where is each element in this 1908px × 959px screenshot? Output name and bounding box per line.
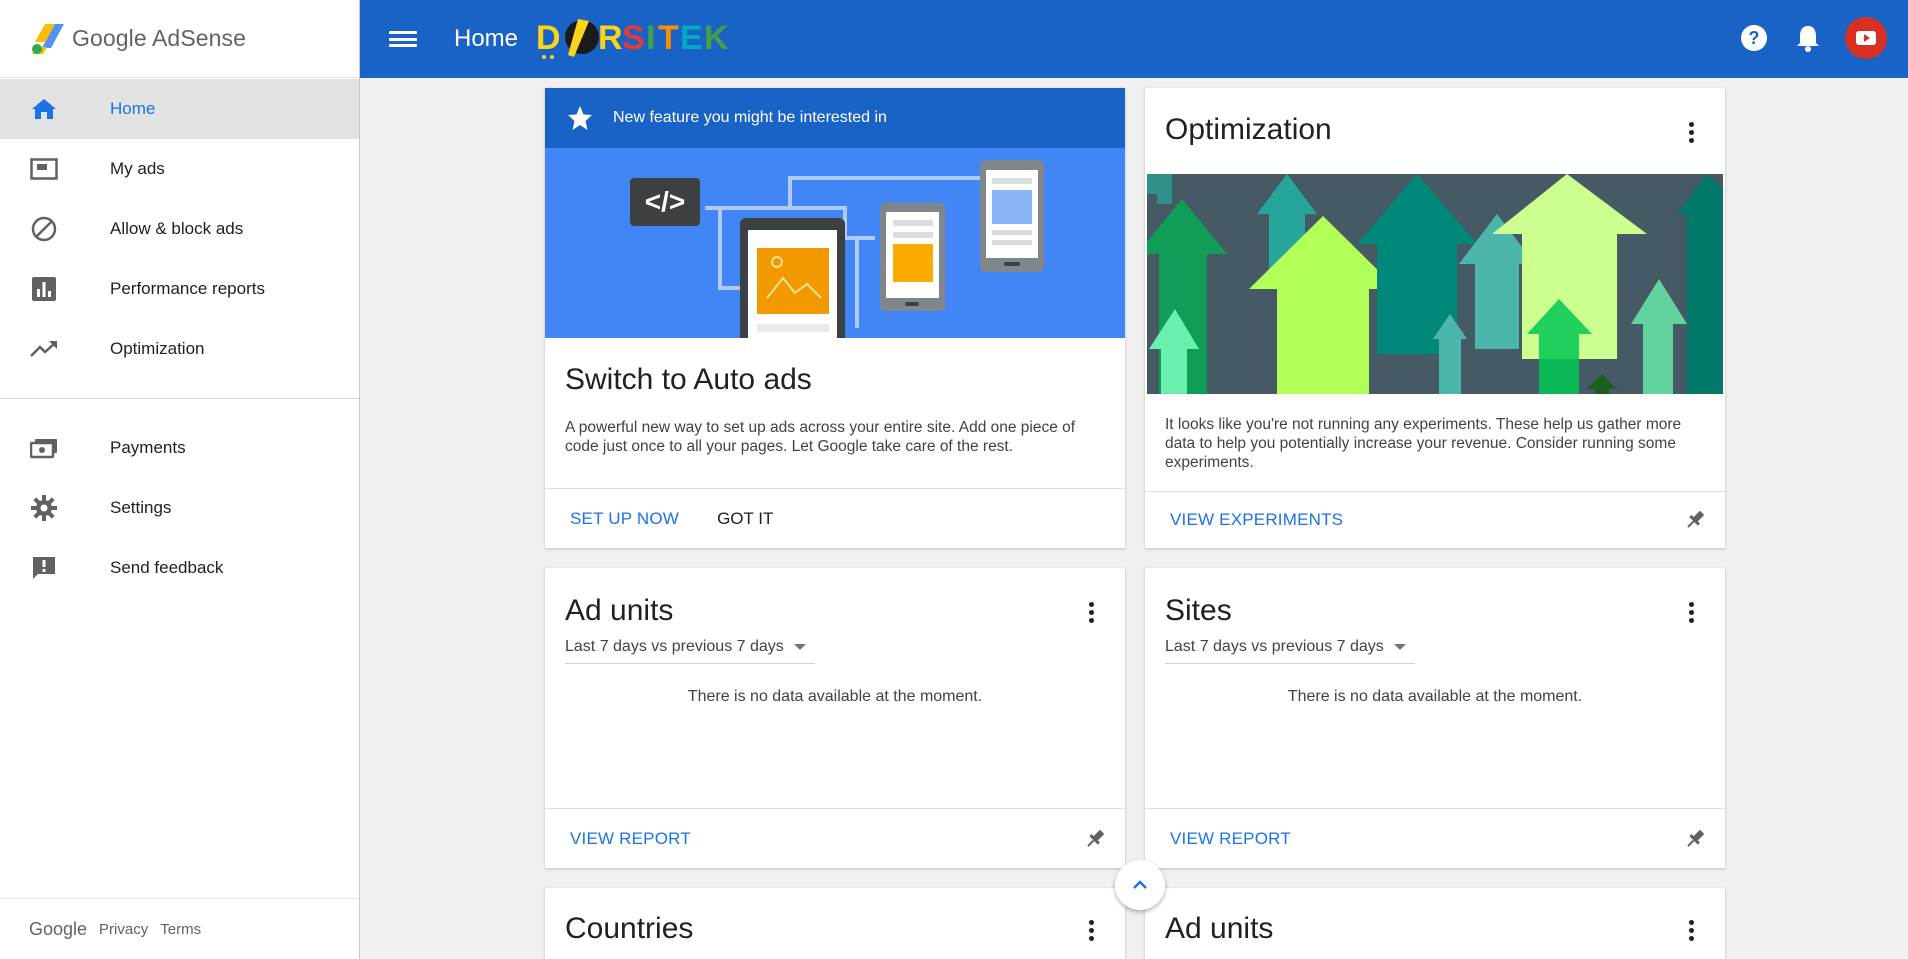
help-icon[interactable]: ? [1737,21,1771,55]
more-options-icon[interactable] [1679,600,1703,624]
countries-card-title: Countries [565,912,694,945]
trending-up-icon [29,334,59,364]
sidebar-item-label: Payments [110,438,186,457]
svg-text:</>: </> [645,186,685,217]
date-range-value: Last 7 days vs previous 7 days [1165,637,1384,655]
feedback-icon [29,553,59,583]
pin-icon[interactable] [1683,827,1707,851]
ad-units-secondary-title: Ad units [1165,912,1274,945]
youtube-play-icon [1856,31,1876,45]
sidebar-item-label: Home [110,99,156,118]
optimization-card-actions: VIEW EXPERIMENTS [1145,491,1725,548]
dorsitek-watermark-logo: D R S I T E K [534,11,744,67]
view-report-button[interactable]: VIEW REPORT [1170,829,1291,849]
sidebar-divider [0,398,359,399]
view-report-button[interactable]: VIEW REPORT [570,829,691,849]
optimization-card-description: It looks like you're not running any exp… [1165,416,1682,471]
svg-text:E: E [680,19,703,57]
sidebar-item-label: Send feedback [110,558,224,577]
svg-text:D: D [536,19,561,57]
sidebar-footer: Google Privacy Terms [0,898,359,959]
got-it-button[interactable]: GOT IT [717,509,773,529]
pin-icon[interactable] [1683,508,1707,532]
chevron-up-icon [1133,880,1147,889]
sidebar-item-label: My ads [110,159,165,178]
sidebar-item-send-feedback[interactable]: Send feedback [0,538,359,598]
sidebar-item-optimization[interactable]: Optimization [0,319,359,379]
brand[interactable]: Google AdSense [0,0,359,78]
ad-units-card-secondary: Ad units [1145,888,1725,959]
countries-card: Countries [545,888,1125,959]
svg-text:K: K [704,19,729,57]
sidebar-item-label: Optimization [110,339,205,358]
block-icon [29,214,59,244]
date-range-select[interactable]: Last 7 days vs previous 7 days [1165,630,1415,664]
sidebar-item-performance-reports[interactable]: Performance reports [0,259,359,319]
top-app-bar: Home D R S I T E K ? [360,0,1908,78]
pin-icon[interactable] [1083,827,1107,851]
privacy-link[interactable]: Privacy [99,921,148,938]
feature-card-actions: SET UP NOW GOT IT [545,488,1125,548]
bar-chart-icon [29,274,59,304]
dropdown-caret-icon [793,643,806,650]
payments-icon [29,433,59,463]
sidebar-nav-secondary: Payments Settings Send feedback [0,418,359,598]
ad-units-card: Ad units Last 7 days vs previous 7 days … [545,568,1125,868]
feature-card-title: Switch to Auto ads [565,363,812,396]
svg-text:?: ? [1749,28,1760,48]
optimization-card-title: Optimization [1165,113,1332,146]
sidebar-item-label: Settings [110,498,172,517]
star-icon [568,106,592,130]
more-options-icon[interactable] [1079,600,1103,624]
sidebar-item-home[interactable]: Home [0,79,359,139]
sites-card-title: Sites [1165,594,1232,627]
ad-units-card-title: Ad units [565,594,674,627]
brand-name: Google AdSense [72,25,247,51]
sidebar-item-allow-block-ads[interactable]: Allow & block ads [0,199,359,259]
menu-icon[interactable] [389,28,417,50]
ad-unit-icon [29,154,59,184]
terms-link[interactable]: Terms [160,921,201,938]
more-options-icon[interactable] [1679,918,1703,942]
dropdown-caret-icon [1393,643,1406,650]
top-actions: ? [1737,17,1887,59]
svg-text:S: S [622,19,645,57]
view-experiments-button[interactable]: VIEW EXPERIMENTS [1170,510,1343,530]
date-range-value: Last 7 days vs previous 7 days [565,637,784,655]
scroll-to-top-button[interactable] [1115,860,1165,910]
gear-icon [29,493,59,523]
optimization-card: Optimization It looks like you're not ru… [1145,88,1725,548]
sidebar-item-label: Allow & block ads [110,219,244,238]
sites-card: Sites Last 7 days vs previous 7 days The… [1145,568,1725,868]
more-options-icon[interactable] [1079,918,1103,942]
feature-card-description: A powerful new way to set up ads across … [565,419,1076,455]
more-options-icon[interactable] [1679,120,1703,144]
sites-card-actions: VIEW REPORT [1145,808,1725,868]
google-wordmark: Google [29,918,88,939]
empty-state-text: There is no data available at the moment… [687,688,983,705]
empty-state-text: There is no data available at the moment… [1287,688,1583,705]
auto-ads-illustration: </> [545,148,1125,338]
auto-ads-feature-card: New feature you might be interested in <… [545,88,1125,548]
notifications-bell-icon[interactable] [1791,21,1825,55]
sidebar-item-my-ads[interactable]: My ads [0,139,359,199]
optimization-illustration [1147,174,1723,394]
svg-text:R: R [598,19,623,57]
svg-text:I: I [646,19,655,57]
ad-units-card-actions: VIEW REPORT [545,808,1125,868]
page-title: Home [454,25,519,52]
date-range-select[interactable]: Last 7 days vs previous 7 days [565,630,815,664]
sidebar-nav: Home My ads Allow & block ads Performanc… [0,79,359,379]
feature-banner: New feature you might be interested in [545,88,1125,148]
adsense-logo-icon [32,23,64,54]
sidebar-item-label: Performance reports [110,279,265,298]
avatar[interactable] [1845,17,1887,59]
set-up-now-button[interactable]: SET UP NOW [570,509,679,529]
sidebar-item-settings[interactable]: Settings [0,478,359,538]
feature-banner-text: New feature you might be interested in [613,109,887,126]
sidebar: Google AdSense Home My ads Allow & block… [0,0,360,959]
sidebar-item-payments[interactable]: Payments [0,418,359,478]
svg-text:T: T [658,19,679,57]
home-icon [29,94,59,124]
